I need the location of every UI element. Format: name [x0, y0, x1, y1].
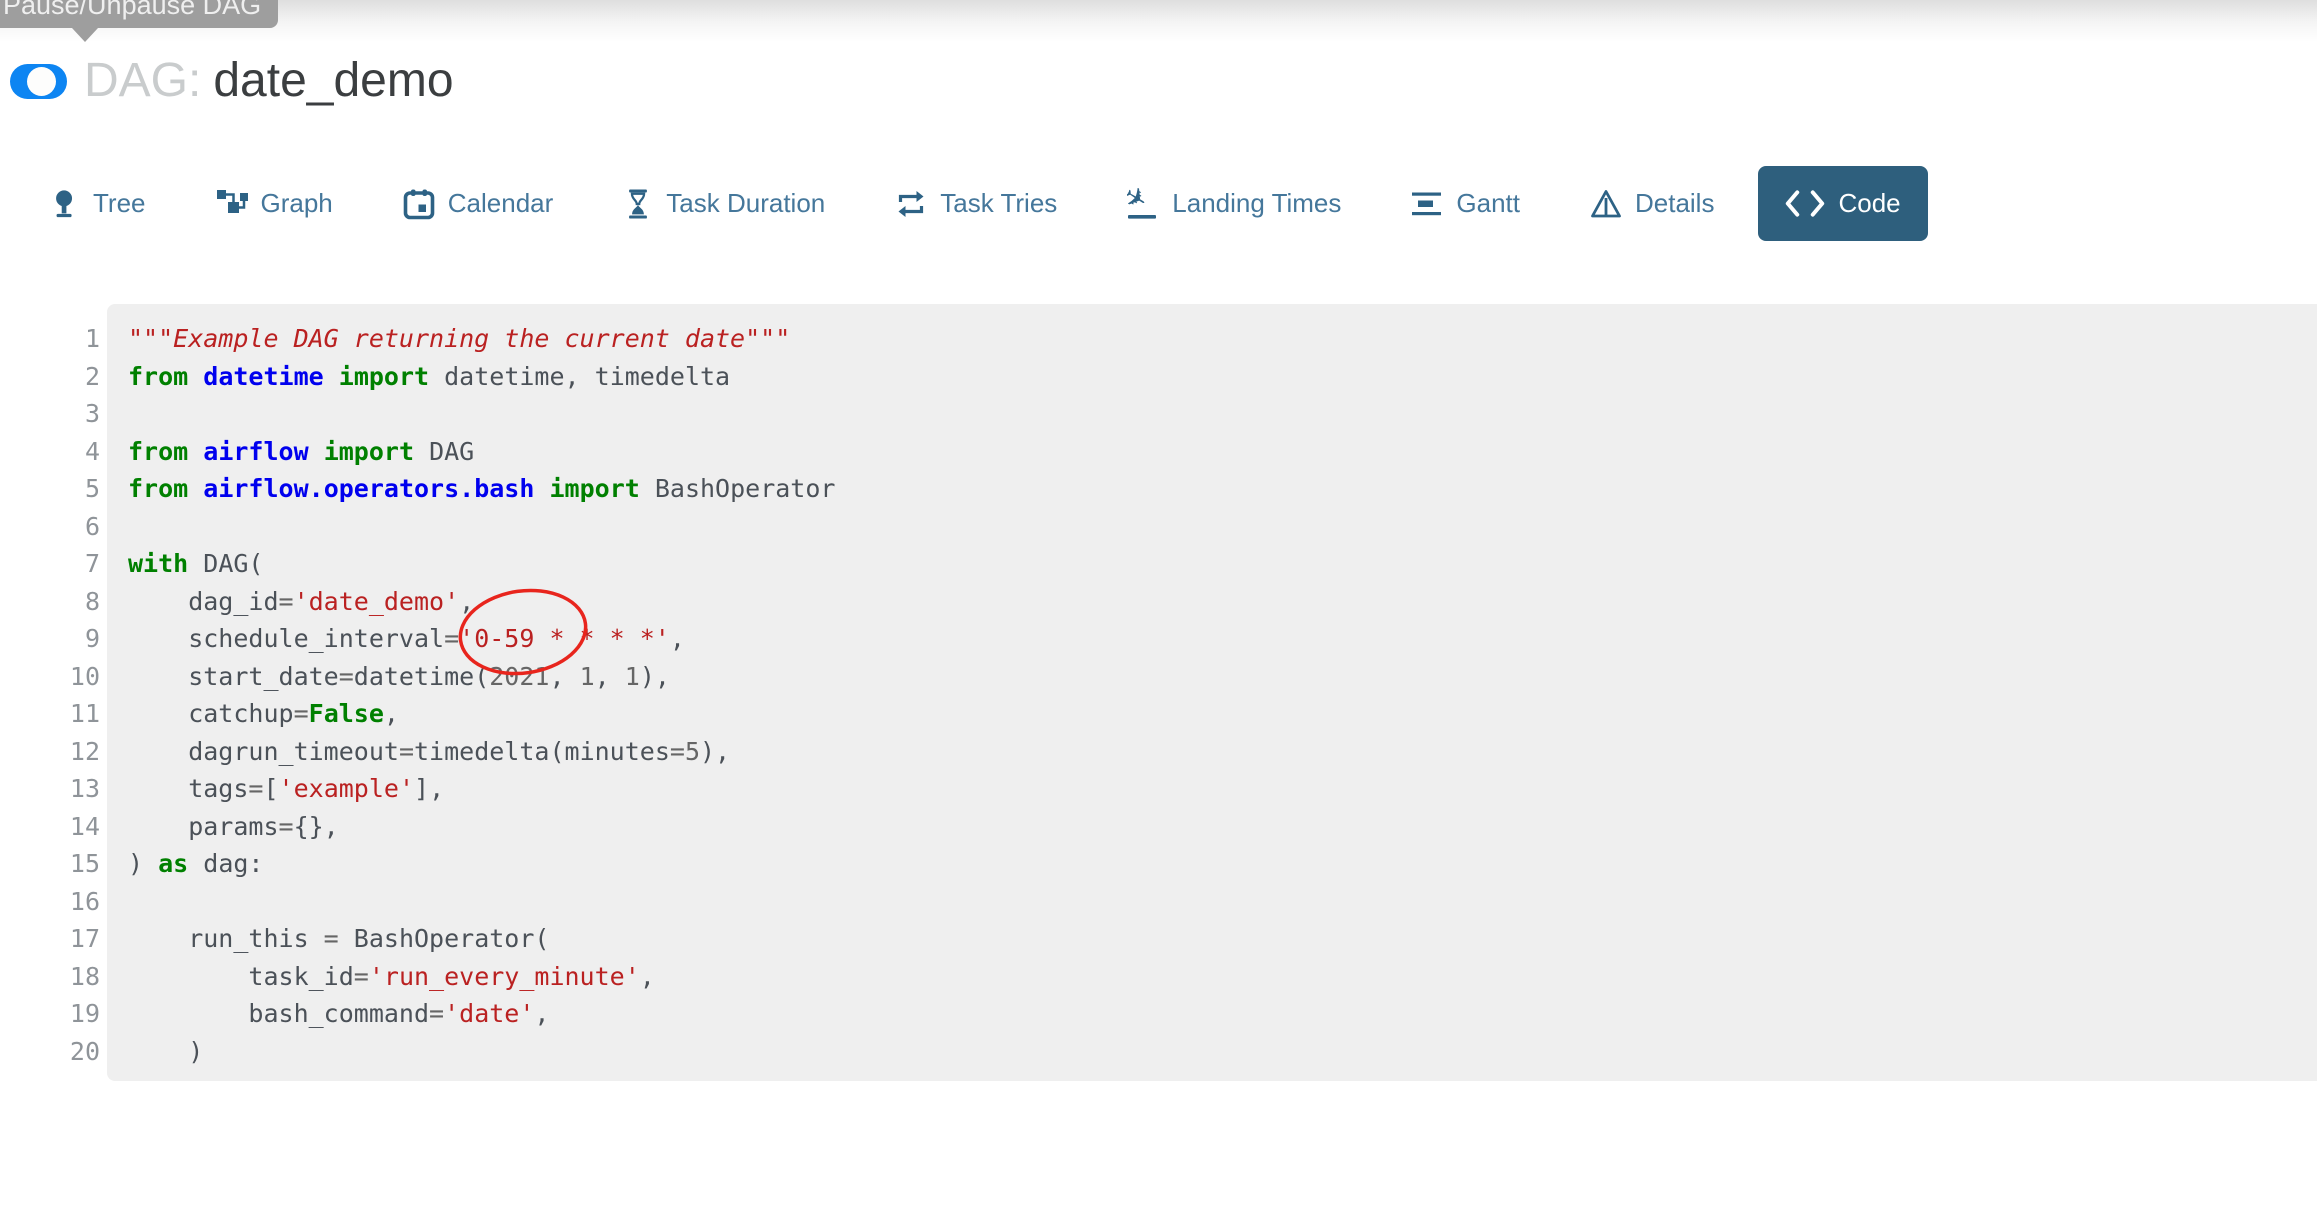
code-line: params={}, — [128, 808, 2317, 846]
tab-label: Details — [1635, 188, 1714, 219]
code-line: with DAG( — [128, 545, 2317, 583]
line-number: 14 — [0, 808, 100, 846]
tab-label: Code — [1838, 188, 1900, 219]
retry-icon — [895, 188, 927, 220]
tab-label: Calendar — [448, 188, 554, 219]
dag-header: DAG:date_demo — [0, 0, 2317, 109]
dag-name: date_demo — [213, 54, 453, 107]
tab-label: Graph — [261, 188, 333, 219]
code-view: 1234567891011121314151617181920 """Examp… — [0, 304, 2317, 1081]
tab-label: Gantt — [1456, 188, 1520, 219]
dag-code-page: Pause/Unpause DAG DAG:date_demo Tree Grap… — [0, 0, 2317, 1228]
details-icon — [1590, 188, 1622, 220]
code-line: run_this = BashOperator( — [128, 920, 2317, 958]
code-line: from airflow import DAG — [128, 433, 2317, 471]
tab-label: Task Tries — [940, 188, 1057, 219]
line-number: 6 — [0, 508, 100, 546]
code-line: bash_command='date', — [128, 995, 2317, 1033]
toggle-knob — [27, 67, 56, 96]
gantt-icon — [1411, 188, 1443, 220]
line-number: 16 — [0, 883, 100, 921]
line-number: 2 — [0, 358, 100, 396]
view-tabs: Tree Graph Calendar Task Duration Task Tries… — [50, 166, 2317, 241]
code-line: schedule_interval='0-59 * * * *', — [128, 620, 2317, 658]
pause-unpause-tooltip: Pause/Unpause DAG — [0, 0, 278, 28]
code-line — [128, 508, 2317, 546]
line-number: 11 — [0, 695, 100, 733]
page-title: DAG:date_demo — [84, 53, 454, 109]
line-number: 3 — [0, 395, 100, 433]
code-line: from airflow.operators.bash import BashO… — [128, 470, 2317, 508]
line-number: 5 — [0, 470, 100, 508]
line-number: 8 — [0, 583, 100, 621]
code-lines: """Example DAG returning the current dat… — [128, 320, 2317, 1070]
tab-calendar[interactable]: Calendar — [403, 188, 554, 220]
tab-gantt[interactable]: Gantt — [1411, 188, 1520, 220]
plane-landing-icon: ✈ — [1127, 188, 1159, 220]
line-number: 19 — [0, 995, 100, 1033]
code-block: """Example DAG returning the current dat… — [107, 304, 2317, 1081]
code-gutter: 1234567891011121314151617181920 — [0, 304, 107, 1081]
tab-label: Landing Times — [1172, 188, 1341, 219]
dag-label: DAG: — [84, 54, 201, 107]
graph-icon — [216, 188, 248, 220]
calendar-icon — [403, 188, 435, 220]
code-line: start_date=datetime(2021, 1, 1), — [128, 658, 2317, 696]
line-number: 15 — [0, 845, 100, 883]
code-line: dag_id='date_demo', — [128, 583, 2317, 621]
tab-tree[interactable]: Tree — [50, 188, 146, 220]
line-number: 7 — [0, 545, 100, 583]
line-number: 12 — [0, 733, 100, 771]
tooltip-text: Pause/Unpause DAG — [3, 0, 261, 20]
tab-task-tries[interactable]: Task Tries — [895, 188, 1057, 220]
line-number: 10 — [0, 658, 100, 696]
tab-label: Task Duration — [666, 188, 825, 219]
tree-icon — [50, 188, 80, 220]
pause-toggle[interactable] — [10, 64, 67, 99]
tab-code[interactable]: Code — [1758, 166, 1927, 241]
tab-task-duration[interactable]: Task Duration — [623, 187, 825, 221]
line-number: 1 — [0, 320, 100, 358]
tab-details[interactable]: Details — [1590, 188, 1714, 220]
line-number: 18 — [0, 958, 100, 996]
code-line: ) — [128, 1033, 2317, 1071]
code-line: dagrun_timeout=timedelta(minutes=5), — [128, 733, 2317, 771]
tooltip-arrow — [72, 28, 98, 42]
code-icon — [1785, 189, 1825, 218]
code-line: """Example DAG returning the current dat… — [128, 320, 2317, 358]
code-line — [128, 883, 2317, 921]
code-line — [128, 395, 2317, 433]
line-number: 20 — [0, 1033, 100, 1071]
line-number: 17 — [0, 920, 100, 958]
code-line: from datetime import datetime, timedelta — [128, 358, 2317, 396]
code-line: tags=['example'], — [128, 770, 2317, 808]
tab-graph[interactable]: Graph — [216, 188, 333, 220]
hourglass-icon — [623, 187, 653, 221]
tab-label: Tree — [93, 188, 146, 219]
svg-text:✈: ✈ — [1127, 188, 1153, 218]
line-number: 13 — [0, 770, 100, 808]
code-line: catchup=False, — [128, 695, 2317, 733]
code-line: ) as dag: — [128, 845, 2317, 883]
line-number: 4 — [0, 433, 100, 471]
tab-landing-times[interactable]: ✈ Landing Times — [1127, 188, 1341, 220]
line-number: 9 — [0, 620, 100, 658]
code-line: task_id='run_every_minute', — [128, 958, 2317, 996]
